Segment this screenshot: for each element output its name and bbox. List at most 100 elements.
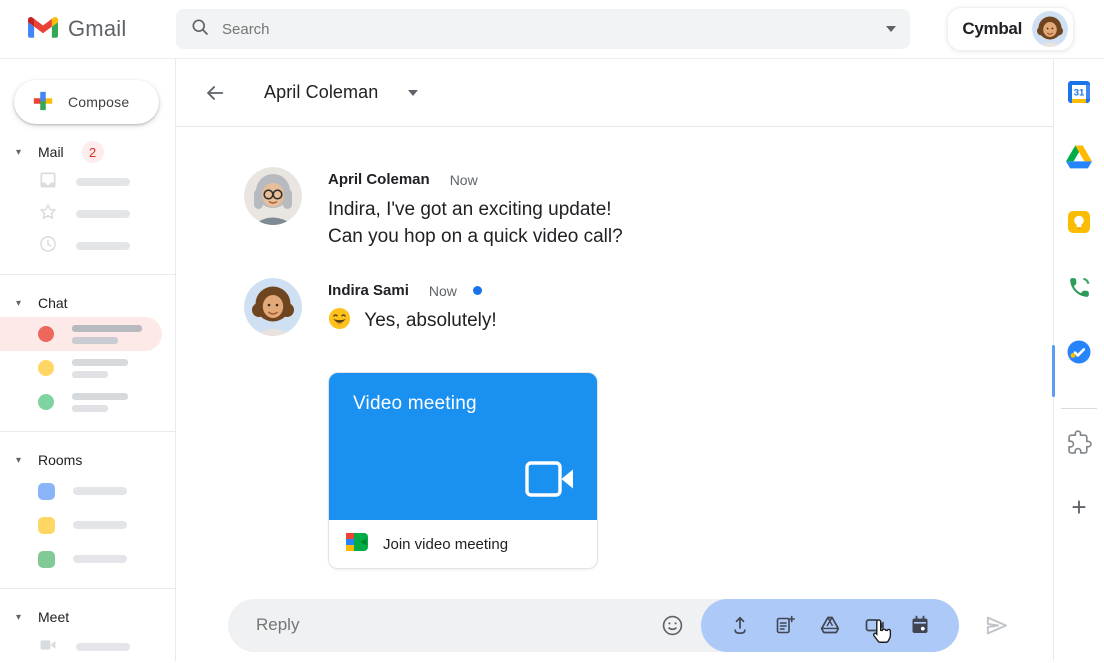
skeleton-bar bbox=[72, 393, 128, 400]
unread-dot bbox=[473, 286, 482, 295]
emoji-button[interactable] bbox=[655, 608, 689, 642]
chat-section-header[interactable]: ▾ Chat bbox=[0, 289, 175, 317]
apps-side-rail: 31 + bbox=[1053, 59, 1104, 661]
rooms-section-header[interactable]: ▾ Rooms bbox=[0, 446, 175, 474]
skeleton-bar bbox=[72, 359, 128, 366]
mail-unread-badge: 2 bbox=[82, 141, 104, 163]
google-tasks-icon[interactable] bbox=[1066, 339, 1092, 365]
google-calendar-icon[interactable]: 31 bbox=[1066, 79, 1092, 105]
back-button[interactable] bbox=[198, 76, 232, 110]
conversation-panel: April Coleman bbox=[176, 59, 1053, 661]
join-video-meeting-button[interactable]: Join video meeting bbox=[329, 520, 597, 568]
drive-attach-button[interactable] bbox=[813, 608, 847, 642]
video-call-button[interactable] bbox=[858, 608, 892, 642]
search-input[interactable] bbox=[222, 21, 886, 38]
video-meeting-card[interactable]: Video meeting bbox=[328, 372, 598, 569]
account-button[interactable]: Cymbal bbox=[947, 7, 1074, 51]
mail-section-header[interactable]: ▾ Mail 2 bbox=[0, 138, 175, 166]
video-meeting-title: Video meeting bbox=[353, 393, 477, 415]
mail-item-starred[interactable] bbox=[0, 198, 175, 230]
conversation-header: April Coleman bbox=[176, 59, 1053, 127]
sidebar-divider bbox=[0, 274, 175, 275]
new-document-button[interactable] bbox=[768, 608, 802, 642]
add-panel-button[interactable]: + bbox=[1066, 494, 1092, 520]
google-drive-icon[interactable] bbox=[1066, 144, 1092, 170]
grinning-emoji-icon bbox=[328, 314, 356, 335]
chat-item-selected[interactable] bbox=[0, 317, 162, 351]
chat-avatar-yellow bbox=[38, 360, 54, 376]
message-time: Now bbox=[429, 283, 457, 299]
chat-avatar-red bbox=[38, 326, 54, 342]
compose-button[interactable]: Compose bbox=[14, 80, 159, 124]
skeleton-bar bbox=[72, 371, 108, 378]
meet-item[interactable] bbox=[0, 631, 175, 663]
skeleton-bar bbox=[76, 242, 130, 250]
conversation-menu-chevron-icon[interactable] bbox=[408, 90, 418, 96]
room-item[interactable] bbox=[0, 474, 175, 508]
composer bbox=[176, 595, 1053, 661]
gmail-wordmark: Gmail bbox=[68, 16, 126, 42]
chevron-down-icon: ▾ bbox=[16, 147, 38, 158]
room-item[interactable] bbox=[0, 508, 175, 542]
message: April Coleman Now Indira, I've got an ex… bbox=[244, 167, 1053, 250]
upload-button[interactable] bbox=[723, 608, 757, 642]
room-avatar-green bbox=[38, 551, 55, 568]
left-sidebar: Compose ▾ Mail 2 ▾ Chat bbox=[0, 59, 176, 661]
message-sender: Indira Sami bbox=[328, 282, 409, 299]
search-options-chevron-icon[interactable] bbox=[886, 26, 896, 32]
phone-call-icon[interactable] bbox=[1066, 274, 1092, 300]
chat-item[interactable] bbox=[0, 385, 175, 419]
top-bar: Gmail Cymbal bbox=[0, 0, 1104, 59]
compose-label: Compose bbox=[68, 94, 129, 110]
star-icon bbox=[38, 202, 58, 227]
compose-plus-icon bbox=[32, 90, 54, 115]
join-video-meeting-label: Join video meeting bbox=[383, 536, 508, 553]
puzzle-addon-icon[interactable] bbox=[1066, 429, 1092, 455]
skeleton-bar bbox=[76, 210, 130, 218]
room-item[interactable] bbox=[0, 542, 175, 576]
message-sender: April Coleman bbox=[328, 171, 430, 188]
account-avatar bbox=[1032, 11, 1068, 47]
message-text: Yes, absolutely! bbox=[364, 310, 496, 331]
scrollbar-thumb[interactable] bbox=[1052, 345, 1055, 397]
message-text-line: Can you hop on a quick video call? bbox=[328, 223, 623, 250]
avatar bbox=[244, 167, 302, 225]
send-button[interactable] bbox=[979, 608, 1013, 642]
sidebar-divider bbox=[0, 431, 175, 432]
inbox-icon bbox=[38, 170, 58, 195]
skeleton-bar bbox=[72, 337, 118, 344]
message-list: April Coleman Now Indira, I've got an ex… bbox=[176, 127, 1053, 569]
skeleton-bar bbox=[73, 555, 127, 563]
gmail-logo[interactable]: Gmail bbox=[0, 15, 176, 43]
chevron-down-icon: ▾ bbox=[16, 298, 38, 309]
conversation-title: April Coleman bbox=[264, 82, 378, 103]
reply-field[interactable] bbox=[228, 599, 959, 652]
skeleton-bar bbox=[76, 643, 130, 651]
gmail-m-icon bbox=[28, 15, 58, 43]
search-icon bbox=[190, 17, 210, 42]
meet-section-header[interactable]: ▾ Meet bbox=[0, 603, 175, 631]
room-avatar-yellow bbox=[38, 517, 55, 534]
plus-icon: + bbox=[1071, 494, 1086, 520]
mail-item-inbox[interactable] bbox=[0, 166, 175, 198]
message-time: Now bbox=[450, 172, 478, 188]
mail-section-label: Mail bbox=[38, 144, 64, 160]
chat-section-label: Chat bbox=[38, 295, 68, 311]
chevron-down-icon: ▾ bbox=[16, 455, 38, 466]
reply-input[interactable] bbox=[256, 615, 655, 635]
meet-section-label: Meet bbox=[38, 609, 69, 625]
calendar-invite-button[interactable] bbox=[903, 608, 937, 642]
sidebar-divider bbox=[0, 588, 175, 589]
video-camera-icon bbox=[525, 461, 575, 502]
google-keep-icon[interactable] bbox=[1066, 209, 1092, 235]
search-bar[interactable] bbox=[176, 9, 910, 49]
clock-icon bbox=[38, 234, 58, 259]
mail-item-snoozed[interactable] bbox=[0, 230, 175, 262]
rooms-section-label: Rooms bbox=[38, 452, 82, 468]
rail-divider bbox=[1061, 408, 1097, 409]
google-meet-icon bbox=[345, 530, 369, 559]
video-meeting-card-banner: Video meeting bbox=[329, 373, 597, 520]
chat-avatar-green bbox=[38, 394, 54, 410]
chat-item[interactable] bbox=[0, 351, 175, 385]
skeleton-bar bbox=[72, 325, 142, 332]
